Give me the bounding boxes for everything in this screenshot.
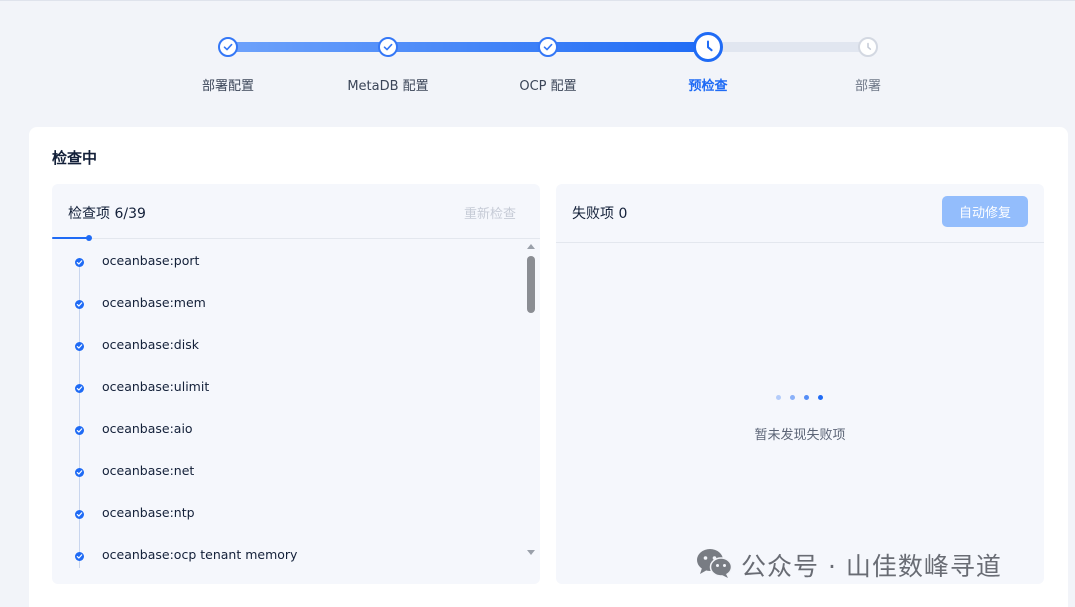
rerun-check-button[interactable]: 重新检查 xyxy=(464,203,516,222)
precheck-card: 检查中 检查项 6/39 重新检查 oceanbase:port oceanba… xyxy=(29,127,1068,607)
check-circle-icon xyxy=(378,37,398,57)
step-metadb-config[interactable]: MetaDB 配置 xyxy=(318,0,458,110)
check-dot-icon xyxy=(75,342,84,351)
check-dot-icon xyxy=(75,258,84,267)
list-item: oceanbase:mem xyxy=(52,289,522,331)
check-items-panel: 检查项 6/39 重新检查 oceanbase:port oceanbase:m… xyxy=(52,184,540,584)
auto-fix-button[interactable]: 自动修复 xyxy=(942,196,1028,227)
loading-spinner-icon xyxy=(776,394,824,402)
step-precheck[interactable]: 预检查 xyxy=(638,0,778,110)
step-label: 部署 xyxy=(854,79,881,94)
check-item-list[interactable]: oceanbase:port oceanbase:mem oceanbase:d… xyxy=(52,242,524,580)
check-dot-icon xyxy=(75,384,84,393)
failed-items-panel: 失败项 0 自动修复 暂未发现失败项 xyxy=(556,184,1044,584)
step-label: MetaDB 配置 xyxy=(347,79,429,94)
list-item: oceanbase:ocp tenant memory xyxy=(52,541,522,580)
list-item: oceanbase:port xyxy=(52,247,522,289)
wechat-icon xyxy=(695,547,733,583)
step-deploy[interactable]: 部署 xyxy=(798,0,938,110)
check-item-label: oceanbase:net xyxy=(102,463,195,478)
failed-items-title: 失败项 0 xyxy=(572,206,628,222)
clock-icon xyxy=(858,37,878,57)
scroll-up-arrow-icon[interactable] xyxy=(527,244,535,249)
check-item-label: oceanbase:disk xyxy=(102,337,199,352)
step-deploy-config[interactable]: 部署配置 xyxy=(158,0,298,110)
check-panel-divider xyxy=(52,238,540,239)
list-item: oceanbase:disk xyxy=(52,331,522,373)
check-circle-icon xyxy=(538,37,558,57)
check-items-title: 检查项 6/39 xyxy=(68,206,146,222)
check-dot-icon xyxy=(75,552,84,561)
step-ocp-config[interactable]: OCP 配置 xyxy=(478,0,618,110)
check-progress-bar xyxy=(52,237,89,239)
watermark: 公众号 · 山佳数峰寻道 xyxy=(695,545,1002,585)
check-item-label: oceanbase:port xyxy=(102,253,200,268)
check-dot-icon xyxy=(75,300,84,309)
check-dot-icon xyxy=(75,426,84,435)
list-item: oceanbase:ulimit xyxy=(52,373,522,415)
scroll-down-arrow-icon[interactable] xyxy=(527,550,535,555)
clock-icon xyxy=(693,32,723,62)
check-dot-icon xyxy=(75,468,84,477)
step-label: 预检查 xyxy=(688,79,728,94)
list-item: oceanbase:net xyxy=(52,457,522,499)
deployment-stepper: 部署配置 MetaDB 配置 OCP 配置 预检查 部署 xyxy=(0,0,1075,110)
list-scrollbar[interactable] xyxy=(524,242,538,572)
check-circle-icon xyxy=(218,37,238,57)
list-item: oceanbase:aio xyxy=(52,415,522,457)
card-title: 检查中 xyxy=(52,149,98,167)
scroll-thumb[interactable] xyxy=(527,256,535,313)
check-item-label: oceanbase:aio xyxy=(102,421,193,436)
watermark-text: 公众号 · 山佳数峰寻道 xyxy=(741,552,1002,581)
step-label: 部署配置 xyxy=(201,79,254,94)
check-item-label: oceanbase:ulimit xyxy=(102,379,210,394)
list-item: oceanbase:ntp xyxy=(52,499,522,541)
failed-panel-divider xyxy=(556,242,1044,243)
stepper-track-completed xyxy=(228,42,708,52)
check-item-label: oceanbase:ocp tenant memory xyxy=(102,547,298,562)
check-dot-icon xyxy=(75,510,84,519)
check-item-label: oceanbase:mem xyxy=(102,295,206,310)
step-label: OCP 配置 xyxy=(519,79,577,94)
check-progress-knob xyxy=(86,235,92,241)
empty-state-text: 暂未发现失败项 xyxy=(754,428,846,443)
check-item-label: oceanbase:ntp xyxy=(102,505,195,520)
